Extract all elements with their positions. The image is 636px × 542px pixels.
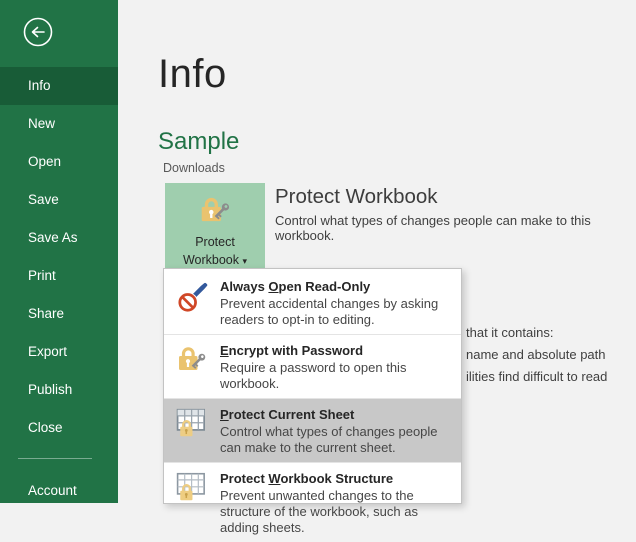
fragment-line: that it contains: (466, 325, 554, 340)
document-location: Downloads (163, 161, 225, 175)
fragment-line: ilities find difficult to read (466, 369, 608, 384)
sidebar-item-close[interactable]: Close (0, 409, 118, 447)
protect-button-label: Protect Workbook ▾ (182, 235, 248, 267)
sidebar-item-publish[interactable]: Publish (0, 371, 118, 409)
menu-item-text: Always Open Read-Only Prevent accidental… (220, 278, 453, 328)
menu-item-encrypt-with-password[interactable]: Encrypt with Password Require a password… (164, 335, 461, 399)
menu-item-title: Encrypt with Password (220, 343, 364, 358)
sidebar-divider (18, 458, 92, 459)
sidebar-item-info[interactable]: Info (0, 67, 118, 105)
menu-item-title: Protect Current Sheet (220, 407, 355, 422)
lock-key-icon (198, 192, 232, 233)
section-description: Control what types of changes people can… (275, 213, 591, 243)
sidebar-item-save-as[interactable]: Save As (0, 219, 118, 257)
workbook-lock-icon (176, 470, 210, 536)
page-title: Info (158, 52, 227, 96)
protect-workbook-dropdown: Always Open Read-Only Prevent accidental… (163, 268, 462, 535)
lock-key-icon (176, 342, 210, 392)
pen-slash-icon (176, 278, 210, 328)
sidebar-item-save[interactable]: Save (0, 181, 118, 219)
document-title: Sample (158, 128, 240, 155)
menu-item-description: Prevent accidental changes by asking rea… (220, 296, 439, 327)
menu-item-text: Protect Current Sheet Control what types… (220, 406, 453, 456)
menu-item-text: Encrypt with Password Require a password… (220, 342, 453, 392)
menu-item-title: Protect Workbook Structure (220, 471, 394, 486)
menu-item-title: Always Open Read-Only (220, 279, 371, 294)
menu-item-always-open-read-only[interactable]: Always Open Read-Only Prevent accidental… (164, 271, 461, 335)
sidebar-item-print[interactable]: Print (0, 257, 118, 295)
sidebar-item-export[interactable]: Export (0, 333, 118, 371)
backstage-sidebar: Info New Open Save Save As Print Share E… (0, 0, 118, 503)
backstage-nav: Info New Open Save Save As Print Share E… (0, 67, 118, 447)
fragment-line: name and absolute path (466, 347, 606, 362)
section-title: Protect Workbook (275, 185, 438, 208)
menu-item-text: Protect Workbook Structure Prevent unwan… (220, 470, 453, 536)
menu-item-description: Prevent unwanted changes to the structur… (220, 488, 418, 535)
sidebar-item-open[interactable]: Open (0, 143, 118, 181)
back-button[interactable] (22, 16, 54, 48)
sidebar-item-share[interactable]: Share (0, 295, 118, 333)
back-arrow-icon (22, 17, 54, 52)
menu-item-description: Require a password to open this workbook… (220, 360, 407, 391)
inspect-workbook-text-fragments: that it contains: name and absolute path… (466, 322, 607, 388)
protect-workbook-button[interactable]: Protect Workbook ▾ (165, 183, 265, 268)
menu-item-protect-current-sheet[interactable]: Protect Current Sheet Control what types… (164, 399, 461, 463)
sheet-lock-icon (176, 406, 210, 456)
sidebar-item-new[interactable]: New (0, 105, 118, 143)
sidebar-item-account[interactable]: Account (0, 472, 146, 510)
dropdown-caret-icon: ▾ (242, 256, 248, 266)
menu-item-description: Control what types of changes people can… (220, 424, 438, 455)
